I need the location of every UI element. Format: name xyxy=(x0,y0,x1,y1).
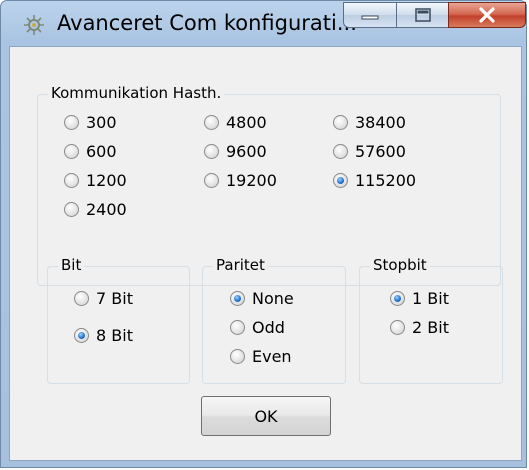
radio-label: 8 Bit xyxy=(96,326,133,345)
speed-group: Kommunikation Hasth. 300 600 1200 2400 4… xyxy=(37,84,501,286)
close-button[interactable] xyxy=(448,2,526,28)
radio-button[interactable] xyxy=(64,173,79,188)
radio-button[interactable] xyxy=(230,349,245,364)
radio-stopbit-1[interactable]: 1 Bit xyxy=(390,289,449,308)
radio-label: 2 Bit xyxy=(412,318,449,337)
radio-label: 115200 xyxy=(355,171,417,190)
parity-group: Paritet None Odd Even xyxy=(202,256,346,384)
radio-bit-7[interactable]: 7 Bit xyxy=(74,289,133,308)
maximize-icon xyxy=(414,8,431,22)
radio-speed-300[interactable]: 300 xyxy=(64,113,117,132)
close-icon xyxy=(479,7,495,23)
minimize-icon xyxy=(361,15,379,20)
radio-speed-19200[interactable]: 19200 xyxy=(204,171,277,190)
radio-label: 1 Bit xyxy=(412,289,449,308)
ok-button[interactable]: OK xyxy=(201,396,331,436)
radio-speed-38400[interactable]: 38400 xyxy=(333,113,406,132)
radio-label: 2400 xyxy=(86,200,127,219)
radio-label: 38400 xyxy=(355,113,406,132)
parity-group-label: Paritet xyxy=(213,256,268,274)
speed-group-label: Kommunikation Hasth. xyxy=(48,84,225,102)
window-title: Avanceret Com konfigurati... xyxy=(57,11,357,35)
minimize-button[interactable] xyxy=(343,2,397,28)
radio-label: 4800 xyxy=(226,113,267,132)
radio-parity-even[interactable]: Even xyxy=(230,347,292,366)
radio-speed-57600[interactable]: 57600 xyxy=(333,142,406,161)
radio-button[interactable] xyxy=(390,291,405,306)
radio-label: Odd xyxy=(252,318,285,337)
radio-speed-2400[interactable]: 2400 xyxy=(64,200,127,219)
radio-button[interactable] xyxy=(74,291,89,306)
radio-parity-none[interactable]: None xyxy=(230,289,294,308)
radio-button[interactable] xyxy=(230,320,245,335)
radio-parity-odd[interactable]: Odd xyxy=(230,318,285,337)
radio-speed-600[interactable]: 600 xyxy=(64,142,117,161)
radio-button[interactable] xyxy=(333,173,348,188)
stopbit-group: Stopbit 1 Bit 2 Bit xyxy=(359,256,503,384)
radio-speed-4800[interactable]: 4800 xyxy=(204,113,267,132)
radio-label: 1200 xyxy=(86,171,127,190)
network-gear-icon xyxy=(24,15,44,35)
radio-label: None xyxy=(252,289,294,308)
radio-bit-8[interactable]: 8 Bit xyxy=(74,326,133,345)
radio-button[interactable] xyxy=(333,115,348,130)
radio-button[interactable] xyxy=(333,144,348,159)
radio-button[interactable] xyxy=(204,173,219,188)
dialog-client-area: Kommunikation Hasth. 300 600 1200 2400 4… xyxy=(9,46,522,461)
maximize-button[interactable] xyxy=(396,2,449,28)
radio-button[interactable] xyxy=(230,291,245,306)
radio-button[interactable] xyxy=(204,144,219,159)
radio-label: 9600 xyxy=(226,142,267,161)
radio-button[interactable] xyxy=(64,144,79,159)
radio-label: 300 xyxy=(86,113,117,132)
radio-speed-9600[interactable]: 9600 xyxy=(204,142,267,161)
bit-group-label: Bit xyxy=(58,256,85,274)
radio-label: 7 Bit xyxy=(96,289,133,308)
radio-speed-115200[interactable]: 115200 xyxy=(333,171,416,190)
radio-button[interactable] xyxy=(204,115,219,130)
radio-button[interactable] xyxy=(74,328,89,343)
radio-label: 600 xyxy=(86,142,117,161)
radio-speed-1200[interactable]: 1200 xyxy=(64,171,127,190)
radio-button[interactable] xyxy=(64,115,79,130)
radio-label: Even xyxy=(252,347,292,366)
radio-button[interactable] xyxy=(64,202,79,217)
bit-group: Bit 7 Bit 8 Bit xyxy=(47,256,190,384)
radio-label: 57600 xyxy=(355,142,406,161)
radio-label: 19200 xyxy=(226,171,277,190)
title-bar[interactable]: Avanceret Com konfigurati... xyxy=(1,1,526,45)
stopbit-group-label: Stopbit xyxy=(370,256,430,274)
radio-stopbit-2[interactable]: 2 Bit xyxy=(390,318,449,337)
radio-button[interactable] xyxy=(390,320,405,335)
dialog-window: Avanceret Com konfigurati... Kommunikati… xyxy=(0,0,527,468)
